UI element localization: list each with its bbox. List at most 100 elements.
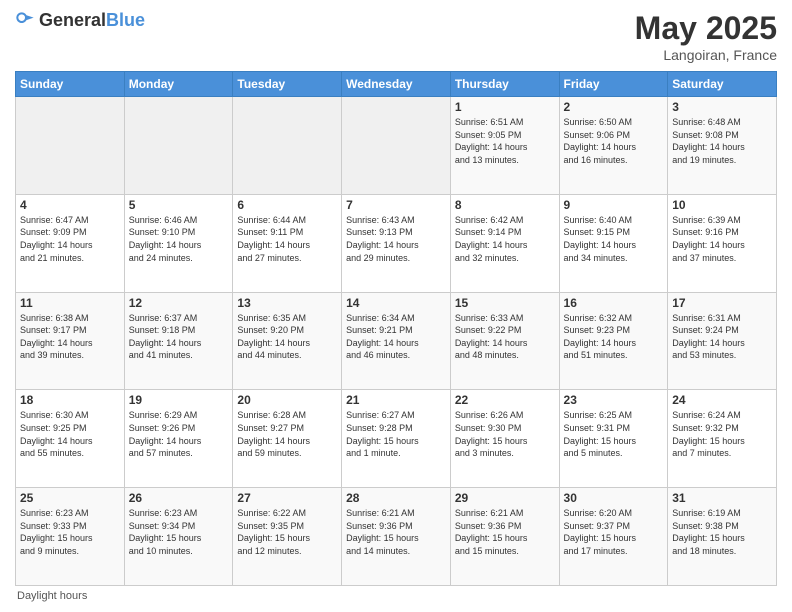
- header: GeneralBlue May 2025 Langoiran, France: [15, 10, 777, 63]
- logo-general: General: [39, 10, 106, 30]
- day-info: Sunrise: 6:27 AM Sunset: 9:28 PM Dayligh…: [346, 409, 446, 459]
- day-info: Sunrise: 6:28 AM Sunset: 9:27 PM Dayligh…: [237, 409, 337, 459]
- week-row-5: 25 Sunrise: 6:23 AM Sunset: 9:33 PM Dayli…: [16, 488, 777, 586]
- day-info: Sunrise: 6:19 AM Sunset: 9:38 PM Dayligh…: [672, 507, 772, 557]
- calendar-cell: 22 Sunrise: 6:26 AM Sunset: 9:30 PM Dayli…: [450, 390, 559, 488]
- day-info: Sunrise: 6:34 AM Sunset: 9:21 PM Dayligh…: [346, 312, 446, 362]
- calendar-cell: 15Sunrise: 6:33 AM Sunset: 9:22 PM Dayli…: [450, 292, 559, 390]
- footer-note: Daylight hours: [15, 590, 777, 602]
- calendar-cell: 25 Sunrise: 6:23 AM Sunset: 9:33 PM Dayli…: [16, 488, 125, 586]
- day-info: Sunrise: 6:50 AM Sunset: 9:06 PM Dayligh…: [564, 116, 664, 166]
- calendar-cell: 24 Sunrise: 6:24 AM Sunset: 9:32 PM Dayli…: [668, 390, 777, 488]
- day-number: 24: [672, 393, 772, 407]
- week-row-1: 1Sunrise: 6:51 AM Sunset: 9:05 PM Daylig…: [16, 97, 777, 195]
- day-number: 22: [455, 393, 555, 407]
- calendar-cell: 4 Sunrise: 6:47 AM Sunset: 9:09 PM Daylig…: [16, 194, 125, 292]
- day-info: Sunrise: 6:48 AM Sunset: 9:08 PM Dayligh…: [672, 116, 772, 166]
- calendar-cell: 19 Sunrise: 6:29 AM Sunset: 9:26 PM Dayli…: [124, 390, 233, 488]
- calendar-cell: 12 Sunrise: 6:37 AM Sunset: 9:18 PM Dayli…: [124, 292, 233, 390]
- day-info: Sunrise: 6:37 AM Sunset: 9:18 PM Dayligh…: [129, 312, 229, 362]
- day-info: Sunrise: 6:23 AM Sunset: 9:33 PM Dayligh…: [20, 507, 120, 557]
- weekday-header-wednesday: Wednesday: [342, 72, 451, 97]
- day-number: 16: [564, 296, 664, 310]
- calendar-cell: 17 Sunrise: 6:31 AM Sunset: 9:24 PM Dayli…: [668, 292, 777, 390]
- day-number: 14: [346, 296, 446, 310]
- weekday-header-friday: Friday: [559, 72, 668, 97]
- day-info: Sunrise: 6:43 AM Sunset: 9:13 PM Dayligh…: [346, 214, 446, 264]
- calendar-cell: 10Sunrise: 6:39 AM Sunset: 9:16 PM Dayli…: [668, 194, 777, 292]
- weekday-header-sunday: Sunday: [16, 72, 125, 97]
- day-number: 17: [672, 296, 772, 310]
- week-row-4: 18Sunrise: 6:30 AM Sunset: 9:25 PM Dayli…: [16, 390, 777, 488]
- day-info: Sunrise: 6:33 AM Sunset: 9:22 PM Dayligh…: [455, 312, 555, 362]
- week-row-3: 11Sunrise: 6:38 AM Sunset: 9:17 PM Dayli…: [16, 292, 777, 390]
- weekday-header-saturday: Saturday: [668, 72, 777, 97]
- day-number: 11: [20, 296, 120, 310]
- calendar-cell: 21 Sunrise: 6:27 AM Sunset: 9:28 PM Dayli…: [342, 390, 451, 488]
- title-block: May 2025 Langoiran, France: [635, 10, 777, 63]
- day-number: 3: [672, 100, 772, 114]
- day-info: Sunrise: 6:24 AM Sunset: 9:32 PM Dayligh…: [672, 409, 772, 459]
- day-number: 31: [672, 491, 772, 505]
- calendar-cell: [233, 97, 342, 195]
- day-number: 12: [129, 296, 229, 310]
- day-number: 26: [129, 491, 229, 505]
- day-number: 13: [237, 296, 337, 310]
- day-number: 2: [564, 100, 664, 114]
- calendar-cell: 30Sunrise: 6:20 AM Sunset: 9:37 PM Dayli…: [559, 488, 668, 586]
- day-info: Sunrise: 6:26 AM Sunset: 9:30 PM Dayligh…: [455, 409, 555, 459]
- day-number: 20: [237, 393, 337, 407]
- day-info: Sunrise: 6:32 AM Sunset: 9:23 PM Dayligh…: [564, 312, 664, 362]
- calendar-cell: 7Sunrise: 6:43 AM Sunset: 9:13 PM Daylig…: [342, 194, 451, 292]
- day-number: 23: [564, 393, 664, 407]
- day-info: Sunrise: 6:46 AM Sunset: 9:10 PM Dayligh…: [129, 214, 229, 264]
- calendar-cell: 3 Sunrise: 6:48 AM Sunset: 9:08 PM Daylig…: [668, 97, 777, 195]
- day-number: 25: [20, 491, 120, 505]
- day-info: Sunrise: 6:40 AM Sunset: 9:15 PM Dayligh…: [564, 214, 664, 264]
- calendar-cell: 31 Sunrise: 6:19 AM Sunset: 9:38 PM Dayli…: [668, 488, 777, 586]
- day-number: 1: [455, 100, 555, 114]
- day-info: Sunrise: 6:42 AM Sunset: 9:14 PM Dayligh…: [455, 214, 555, 264]
- weekday-header-monday: Monday: [124, 72, 233, 97]
- weekday-header-thursday: Thursday: [450, 72, 559, 97]
- day-number: 5: [129, 198, 229, 212]
- day-number: 29: [455, 491, 555, 505]
- logo: GeneralBlue: [15, 10, 145, 31]
- day-info: Sunrise: 6:23 AM Sunset: 9:34 PM Dayligh…: [129, 507, 229, 557]
- week-row-2: 4 Sunrise: 6:47 AM Sunset: 9:09 PM Daylig…: [16, 194, 777, 292]
- day-info: Sunrise: 6:31 AM Sunset: 9:24 PM Dayligh…: [672, 312, 772, 362]
- calendar-cell: 8 Sunrise: 6:42 AM Sunset: 9:14 PM Daylig…: [450, 194, 559, 292]
- calendar-cell: 5 Sunrise: 6:46 AM Sunset: 9:10 PM Daylig…: [124, 194, 233, 292]
- day-number: 4: [20, 198, 120, 212]
- day-info: Sunrise: 6:29 AM Sunset: 9:26 PM Dayligh…: [129, 409, 229, 459]
- location-title: Langoiran, France: [635, 47, 777, 63]
- day-number: 21: [346, 393, 446, 407]
- calendar-cell: 27 Sunrise: 6:22 AM Sunset: 9:35 PM Dayli…: [233, 488, 342, 586]
- day-info: Sunrise: 6:22 AM Sunset: 9:35 PM Dayligh…: [237, 507, 337, 557]
- day-number: 6: [237, 198, 337, 212]
- calendar-cell: 26 Sunrise: 6:23 AM Sunset: 9:34 PM Dayli…: [124, 488, 233, 586]
- day-number: 8: [455, 198, 555, 212]
- calendar-cell: 6 Sunrise: 6:44 AM Sunset: 9:11 PM Daylig…: [233, 194, 342, 292]
- day-info: Sunrise: 6:47 AM Sunset: 9:09 PM Dayligh…: [20, 214, 120, 264]
- calendar-cell: 14 Sunrise: 6:34 AM Sunset: 9:21 PM Dayli…: [342, 292, 451, 390]
- day-info: Sunrise: 6:20 AM Sunset: 9:37 PM Dayligh…: [564, 507, 664, 557]
- calendar-cell: 23 Sunrise: 6:25 AM Sunset: 9:31 PM Dayli…: [559, 390, 668, 488]
- day-number: 27: [237, 491, 337, 505]
- calendar-cell: 13 Sunrise: 6:35 AM Sunset: 9:20 PM Dayli…: [233, 292, 342, 390]
- calendar-cell: 2 Sunrise: 6:50 AM Sunset: 9:06 PM Daylig…: [559, 97, 668, 195]
- calendar-cell: 20 Sunrise: 6:28 AM Sunset: 9:27 PM Dayli…: [233, 390, 342, 488]
- day-info: Sunrise: 6:21 AM Sunset: 9:36 PM Dayligh…: [455, 507, 555, 557]
- day-info: Sunrise: 6:35 AM Sunset: 9:20 PM Dayligh…: [237, 312, 337, 362]
- day-number: 19: [129, 393, 229, 407]
- logo-icon: [15, 11, 35, 31]
- day-number: 18: [20, 393, 120, 407]
- calendar-cell: 11Sunrise: 6:38 AM Sunset: 9:17 PM Dayli…: [16, 292, 125, 390]
- day-info: Sunrise: 6:25 AM Sunset: 9:31 PM Dayligh…: [564, 409, 664, 459]
- day-info: Sunrise: 6:44 AM Sunset: 9:11 PM Dayligh…: [237, 214, 337, 264]
- day-number: 28: [346, 491, 446, 505]
- weekday-header-row: SundayMondayTuesdayWednesdayThursdayFrid…: [16, 72, 777, 97]
- calendar-cell: 29 Sunrise: 6:21 AM Sunset: 9:36 PM Dayli…: [450, 488, 559, 586]
- calendar-cell: 16 Sunrise: 6:32 AM Sunset: 9:23 PM Dayli…: [559, 292, 668, 390]
- day-info: Sunrise: 6:39 AM Sunset: 9:16 PM Dayligh…: [672, 214, 772, 264]
